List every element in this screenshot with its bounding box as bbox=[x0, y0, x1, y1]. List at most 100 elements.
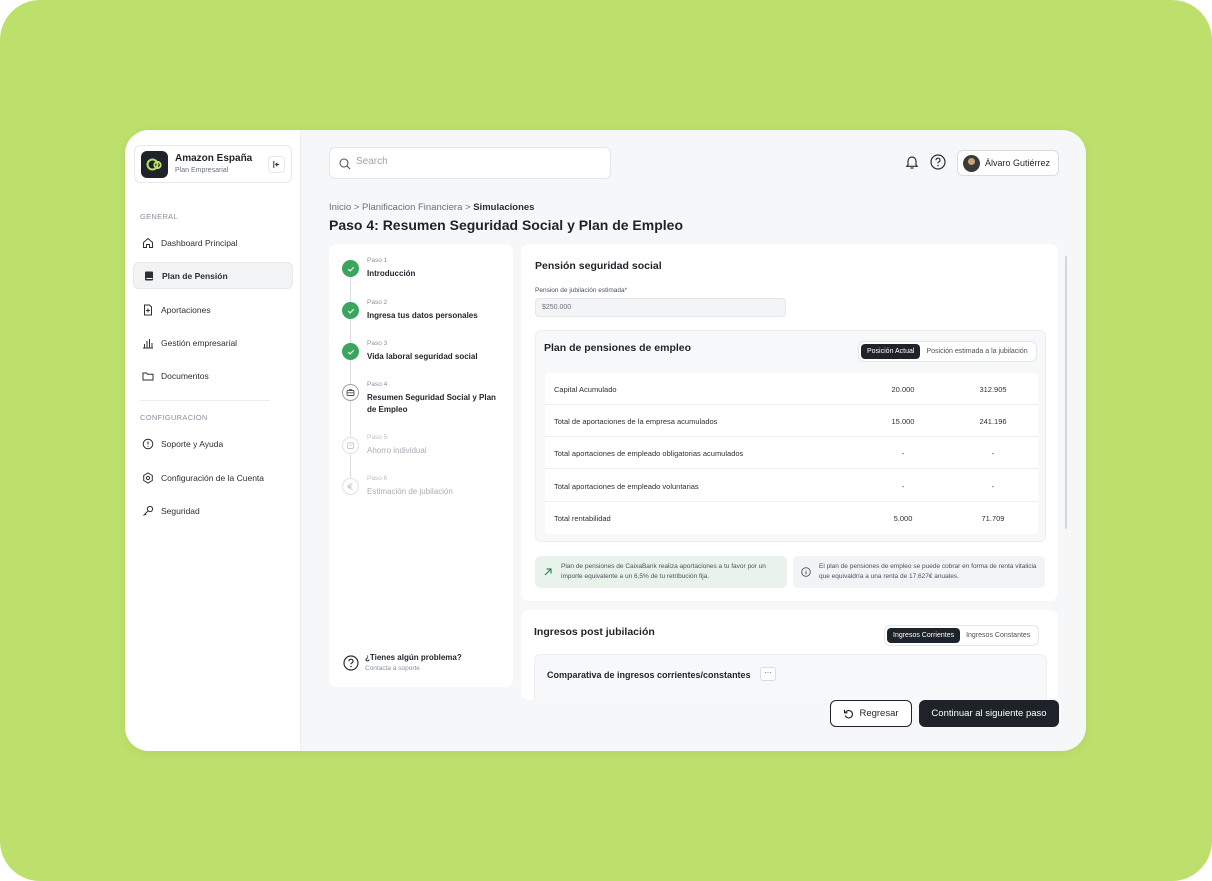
org-subtitle: Plan Empresarial bbox=[175, 167, 229, 174]
post-retirement-title: Ingresos post jubilación bbox=[534, 626, 655, 638]
sidebar-item-label: Aportaciones bbox=[161, 304, 211, 315]
step-title: Estimación de jubilación bbox=[367, 487, 453, 496]
step-number: Paso 3 bbox=[367, 340, 388, 347]
row-estimated: 71.709 bbox=[981, 514, 1005, 523]
pension-estimate-field[interactable]: $250.000 bbox=[535, 298, 786, 317]
step-title: Vida laboral seguridad social bbox=[367, 352, 478, 361]
row-label: Total rentabilidad bbox=[554, 514, 611, 523]
bell-icon[interactable] bbox=[904, 154, 920, 170]
breadcrumb: Inicio > Planificacion Financiera > Simu… bbox=[329, 202, 534, 213]
income-toggle: Ingresos Corrientes Ingresos Constantes bbox=[884, 625, 1040, 646]
step-number: Paso 5 bbox=[367, 434, 388, 441]
row-current: - bbox=[901, 449, 905, 458]
search-box[interactable] bbox=[329, 147, 611, 179]
step-title: Ahorro individual bbox=[367, 446, 427, 455]
sidebar-item-contributions[interactable]: Aportaciones bbox=[133, 296, 293, 323]
check-icon bbox=[342, 302, 359, 319]
toggle-current-position[interactable]: Posición Actual bbox=[861, 344, 921, 359]
toggle-current-income[interactable]: Ingresos Corrientes bbox=[887, 628, 961, 643]
user-name: Álvaro Gutiérrez bbox=[985, 158, 1051, 168]
sidebar-item-account-settings[interactable]: Configuración de la Cuenta bbox=[133, 464, 293, 491]
scrollbar[interactable] bbox=[1065, 256, 1067, 529]
breadcrumb-separator: > bbox=[353, 202, 360, 213]
annuity-info-note: El plan de pensiones de empleo se puede … bbox=[793, 556, 1045, 588]
sidebar-item-support[interactable]: Soporte y Ayuda bbox=[133, 430, 293, 457]
bar-chart-icon bbox=[143, 338, 153, 348]
sidebar-item-label: Seguridad bbox=[161, 505, 200, 516]
sidebar-item-label: Documentos bbox=[161, 370, 209, 381]
back-button[interactable]: Regresar bbox=[830, 700, 912, 727]
employer-contribution-note: Plan de pensiones de CaixaBank realiza a… bbox=[535, 556, 787, 588]
info-icon bbox=[801, 567, 811, 577]
collapse-sidebar-button[interactable] bbox=[268, 156, 285, 173]
social-security-card: Pensión seguridad social Pension de jubi… bbox=[521, 244, 1058, 601]
gear-icon bbox=[143, 471, 153, 484]
sidebar-item-business-management[interactable]: Gestión empresarial bbox=[133, 329, 293, 356]
support-link[interactable]: Contacta a soporte bbox=[365, 665, 420, 672]
row-estimated: 241.196 bbox=[979, 417, 1007, 426]
post-retirement-card: Ingresos post jubilación Ingresos Corrie… bbox=[521, 610, 1058, 700]
arrow-up-right-icon bbox=[544, 568, 552, 576]
sidebar: Amazon España Plan Empresarial GENERAL D… bbox=[125, 130, 301, 751]
check-icon bbox=[342, 343, 359, 360]
check-icon bbox=[342, 260, 359, 277]
sidebar-divider bbox=[140, 400, 270, 401]
row-current: - bbox=[901, 482, 905, 491]
section-label-config: CONFIGURACION bbox=[140, 413, 208, 422]
row-label: Total aportaciones de empleado obligator… bbox=[554, 449, 744, 458]
row-label: Total de aportaciones de la empresa acum… bbox=[554, 417, 718, 426]
org-switcher[interactable]: Amazon España Plan Empresarial bbox=[134, 145, 292, 183]
home-icon bbox=[143, 237, 153, 248]
row-label: Total aportaciones de empleado voluntari… bbox=[554, 482, 699, 491]
sidebar-item-pension-plan[interactable]: Plan de Pensión bbox=[133, 262, 293, 289]
question-circle-icon bbox=[343, 655, 359, 671]
breadcrumb-planificacion[interactable]: Planificacion Financiera bbox=[362, 202, 462, 213]
note-text: Plan de pensiones de CaixaBank realiza a… bbox=[561, 563, 766, 580]
section-label-general: GENERAL bbox=[140, 212, 178, 221]
toggle-estimated-position[interactable]: Posición estimada a la jubilación bbox=[920, 344, 1033, 359]
employment-plan-title: Plan de pensiones de empleo bbox=[544, 342, 692, 354]
alert-circle-icon bbox=[142, 438, 154, 449]
toggle-constant-income[interactable]: Ingresos Constantes bbox=[960, 628, 1036, 643]
sidebar-item-dashboard[interactable]: Dashboard Principal bbox=[133, 229, 293, 256]
sidebar-item-label: Soporte y Ayuda bbox=[161, 438, 224, 449]
more-options-button[interactable]: ··· bbox=[760, 667, 776, 681]
app-window: Amazon España Plan Empresarial GENERAL D… bbox=[125, 130, 1086, 751]
breadcrumb-current: Simulaciones bbox=[473, 202, 535, 213]
step-number: Paso 2 bbox=[367, 299, 388, 306]
user-menu[interactable]: Álvaro Gutiérrez bbox=[957, 150, 1059, 176]
table-row: Total aportaciones de empleado voluntari… bbox=[545, 470, 1038, 502]
table-row: Total aportaciones de empleado obligator… bbox=[545, 437, 1038, 469]
row-current: 20.000 bbox=[891, 385, 915, 394]
org-name: Amazon España bbox=[175, 153, 253, 164]
breadcrumb-inicio[interactable]: Inicio bbox=[329, 202, 351, 213]
step-number: Paso 1 bbox=[367, 257, 388, 264]
undo-icon bbox=[844, 709, 854, 719]
sidebar-item-label: Configuración de la Cuenta bbox=[161, 472, 265, 483]
book-icon bbox=[145, 271, 153, 280]
sidebar-item-label: Plan de Pensión bbox=[162, 270, 228, 281]
row-current: 5.000 bbox=[893, 514, 913, 523]
row-current: 15.000 bbox=[891, 417, 915, 426]
steps-panel: Paso 1 Introducción Paso 2 Ingresa tus d… bbox=[329, 244, 513, 687]
table-row: Total de aportaciones de la empresa acum… bbox=[545, 405, 1038, 437]
search-input[interactable] bbox=[356, 156, 596, 167]
table-row: Capital Acumulado 20.000 312.905 bbox=[545, 373, 1038, 405]
step-number: Paso 6 bbox=[367, 475, 388, 482]
row-estimated: 312.905 bbox=[979, 385, 1007, 394]
pension-field-label: Pension de jubilación estimada* bbox=[535, 287, 628, 294]
note-text: El plan de pensiones de empleo se puede … bbox=[819, 563, 1037, 580]
help-icon[interactable] bbox=[930, 154, 946, 170]
briefcase-icon bbox=[342, 384, 359, 401]
breadcrumb-separator: > bbox=[465, 202, 471, 213]
sidebar-item-documents[interactable]: Documentos bbox=[133, 362, 293, 389]
continue-button[interactable]: Continuar al siguiente paso bbox=[919, 700, 1059, 727]
comparison-title: Comparativa de ingresos corrientes/const… bbox=[547, 670, 751, 680]
table-row: Total rentabilidad 5.000 71.709 bbox=[545, 502, 1038, 534]
avatar bbox=[963, 154, 980, 172]
row-estimated: - bbox=[991, 449, 995, 458]
step-number: Paso 4 bbox=[367, 381, 388, 388]
step-title: Ingresa tus datos personales bbox=[367, 311, 478, 320]
sidebar-item-security[interactable]: Seguridad bbox=[133, 497, 293, 524]
step-title: Resumen Seguridad Social y Plan de Emple… bbox=[367, 393, 496, 414]
